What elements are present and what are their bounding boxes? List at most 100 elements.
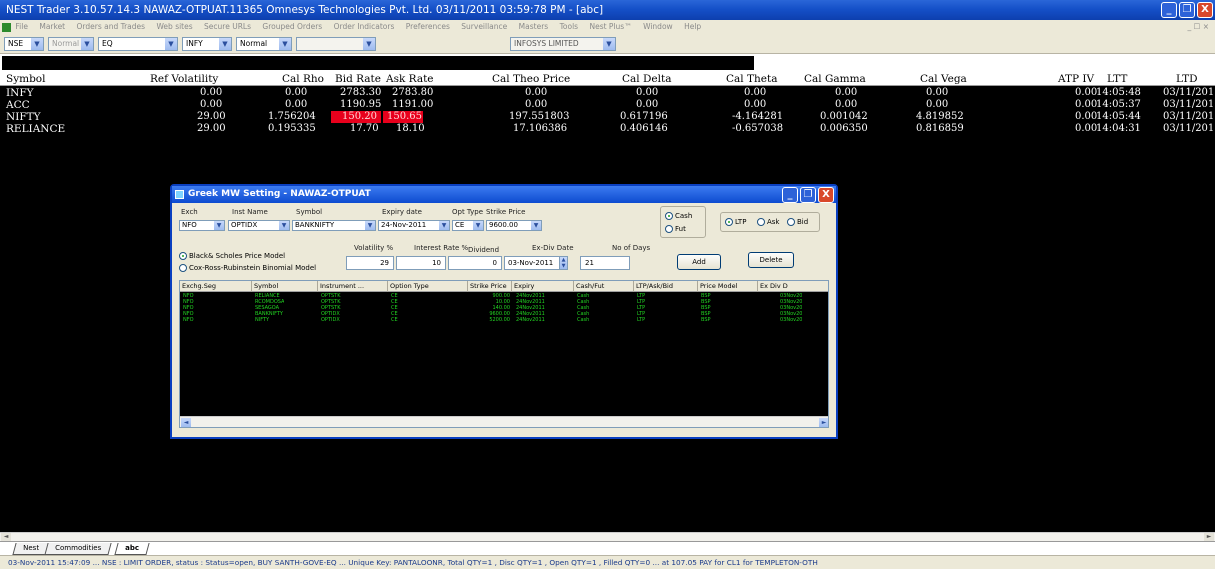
opt-type-select[interactable]: CE ▼ xyxy=(452,220,484,231)
interest-rate-input[interactable]: 10 xyxy=(396,256,446,270)
delete-button[interactable]: Delete xyxy=(748,252,794,268)
menu-tools[interactable]: Tools xyxy=(560,22,578,31)
menu-help[interactable]: Help xyxy=(684,22,701,31)
cell-atp-iv: 0.00 xyxy=(1075,87,1098,98)
menu-surveillance[interactable]: Surveillance xyxy=(461,22,507,31)
black-scholes-radio[interactable]: Black& Scholes Price Model xyxy=(179,252,285,260)
table-row[interactable]: INFY 0.00 0.00 2783.30 2783.80 0.00 0.00… xyxy=(0,87,1215,99)
col-cal-gamma[interactable]: Cal Gamma xyxy=(804,73,866,85)
table-row[interactable]: NIFTY 29.00 1.756204 150.20 150.65 197.5… xyxy=(0,111,1215,123)
menu-nest-plus[interactable]: Nest Plus™ xyxy=(589,22,631,31)
table-row[interactable]: ACC 0.00 0.00 1190.95 1191.00 0.00 0.00 … xyxy=(0,99,1215,111)
exchange-select[interactable]: NSE ▼ xyxy=(4,37,44,51)
menu-secure-urls[interactable]: Secure URLs xyxy=(204,22,251,31)
grid-col-price-model[interactable]: Price Model xyxy=(698,281,758,292)
dialog-close-button[interactable]: X xyxy=(818,187,834,203)
chevron-down-icon: ▼ xyxy=(365,221,375,230)
dialog-title-bar[interactable]: Greek MW Setting - NAWAZ-OTPUAT _ ❐ X xyxy=(172,186,836,203)
radio-icon xyxy=(665,225,673,233)
inst-name-select[interactable]: OPTIDX ▼ xyxy=(228,220,290,231)
menu-window[interactable]: Window xyxy=(643,22,673,31)
cell-ltd: 03/11/201 xyxy=(1163,87,1215,98)
close-button[interactable]: X xyxy=(1197,2,1213,18)
blank-select[interactable]: ▼ xyxy=(296,37,376,51)
cell-ltt: 14:04:31 xyxy=(1096,123,1141,134)
col-cal-theta[interactable]: Cal Theta xyxy=(726,73,777,85)
tab-abc[interactable]: abc xyxy=(114,543,150,555)
date-spinner-icon[interactable]: ▲ ▼ xyxy=(559,257,567,269)
cell-symbol: NIFTY xyxy=(6,111,41,123)
grid-row[interactable]: NFO NIFTY OPTIDX CE 5200.00 24Nov2011 Ca… xyxy=(180,317,828,323)
company-select[interactable]: INFOSYS LIMITED ▼ xyxy=(510,37,616,51)
col-atp-iv[interactable]: ATP IV xyxy=(1058,73,1094,85)
col-cal-delta[interactable]: Cal Delta xyxy=(622,73,671,85)
table-row[interactable]: RELIANCE 29.00 0.195335 17.70 18.10 17.1… xyxy=(0,123,1215,135)
scroll-right-icon[interactable]: ► xyxy=(819,418,828,427)
expiry-date-select[interactable]: 24-Nov-2011 ▼ xyxy=(378,220,450,231)
order-entry-field[interactable] xyxy=(2,56,754,70)
grid-col-option-type[interactable]: Option Type xyxy=(388,281,468,292)
grid-col-exchg-seg[interactable]: Exchg.Seg xyxy=(180,281,252,292)
cox-ross-radio[interactable]: Cox-Ross-Rubinstein Binomial Model xyxy=(179,264,316,272)
bid-radio[interactable]: Bid xyxy=(787,218,808,226)
cash-label: Cash xyxy=(675,212,693,220)
col-cal-rho[interactable]: Cal Rho xyxy=(282,73,324,85)
col-ref-volatility[interactable]: Ref Volatility xyxy=(150,73,218,85)
window-title-bar[interactable]: NEST Trader 3.10.57.14.3 NAWAZ-OTPUAT.11… xyxy=(0,0,1215,20)
mdi-controls[interactable]: _ ☐ × xyxy=(1187,20,1209,34)
menu-grouped-orders[interactable]: Grouped Orders xyxy=(262,22,322,31)
col-ltd[interactable]: LTD xyxy=(1176,73,1198,85)
symbol-value: INFY xyxy=(186,39,203,48)
strike-price-select[interactable]: 9600.00 ▼ xyxy=(486,220,542,231)
dialog-restore-button[interactable]: ❐ xyxy=(800,187,816,203)
cell-bid-rate: 2783.30 xyxy=(340,87,382,98)
menu-order-indicators[interactable]: Order Indicators xyxy=(334,22,395,31)
horizontal-scrollbar[interactable]: ◄ ► xyxy=(0,532,1215,541)
dialog-minimize-button[interactable]: _ xyxy=(782,187,798,203)
menu-preferences[interactable]: Preferences xyxy=(406,22,450,31)
scroll-left-icon[interactable]: ◄ xyxy=(181,418,191,427)
add-button[interactable]: Add xyxy=(677,254,721,270)
ask-radio[interactable]: Ask xyxy=(757,218,780,226)
restore-button[interactable]: ❐ xyxy=(1179,2,1195,18)
grid-col-symbol[interactable]: Symbol xyxy=(252,281,318,292)
menu-masters[interactable]: Masters xyxy=(519,22,549,31)
volatility-input[interactable]: 29 xyxy=(346,256,394,270)
col-ask-rate[interactable]: Ask Rate xyxy=(386,73,434,85)
grid-col-instrument[interactable]: Instrument ... xyxy=(318,281,388,292)
grid-col-strike-price[interactable]: Strike Price xyxy=(468,281,512,292)
minimize-button[interactable]: _ xyxy=(1161,2,1177,18)
grid-horizontal-scrollbar[interactable]: ◄ ► xyxy=(180,416,828,427)
cash-radio[interactable]: Cash xyxy=(665,212,692,220)
col-cal-theo-price[interactable]: Cal Theo Price xyxy=(492,73,570,85)
greek-settings-grid[interactable]: Exchg.Seg Symbol Instrument ... Option T… xyxy=(179,280,829,428)
fut-radio[interactable]: Fut xyxy=(665,225,686,233)
col-ltt[interactable]: LTT xyxy=(1107,73,1127,85)
menu-web-sites[interactable]: Web sites xyxy=(156,22,192,31)
inst-name-value: OPTIDX xyxy=(231,221,258,229)
market-watch-header: Symbol Ref Volatility Cal Rho Bid Rate A… xyxy=(0,72,1215,86)
scroll-left-icon[interactable]: ◄ xyxy=(1,533,11,541)
dividend-input[interactable]: 0 xyxy=(448,256,502,270)
exch-select[interactable]: NFO ▼ xyxy=(179,220,225,231)
tab-commodities[interactable]: Commodities xyxy=(44,543,112,555)
ltp-radio[interactable]: LTP xyxy=(725,218,746,226)
symbol-select[interactable]: INFY ▼ xyxy=(182,37,232,51)
series-type-select[interactable]: Normal ▼ xyxy=(48,37,94,51)
col-bid-rate[interactable]: Bid Rate xyxy=(335,73,381,85)
scroll-right-icon[interactable]: ► xyxy=(1204,533,1214,541)
symbol-select[interactable]: BANKNIFTY ▼ xyxy=(292,220,376,231)
col-cal-vega[interactable]: Cal Vega xyxy=(920,73,967,85)
market-type-select[interactable]: Normal ▼ xyxy=(236,37,292,51)
menu-orders-trades[interactable]: Orders and Trades xyxy=(77,22,146,31)
no-of-days-input[interactable]: 21 xyxy=(580,256,630,270)
grid-col-cash-fut[interactable]: Cash/Fut xyxy=(574,281,634,292)
col-symbol[interactable]: Symbol xyxy=(6,73,45,85)
grid-cell: NIFTY xyxy=(255,317,270,323)
grid-col-ltp-ask-bid[interactable]: LTP/Ask/Bid xyxy=(634,281,698,292)
grid-col-expiry[interactable]: Expiry xyxy=(512,281,574,292)
menu-file[interactable]: File xyxy=(15,22,28,31)
menu-market[interactable]: Market xyxy=(39,22,65,31)
segment-select[interactable]: EQ ▼ xyxy=(98,37,178,51)
grid-col-ex-div[interactable]: Ex Div D xyxy=(758,281,828,292)
